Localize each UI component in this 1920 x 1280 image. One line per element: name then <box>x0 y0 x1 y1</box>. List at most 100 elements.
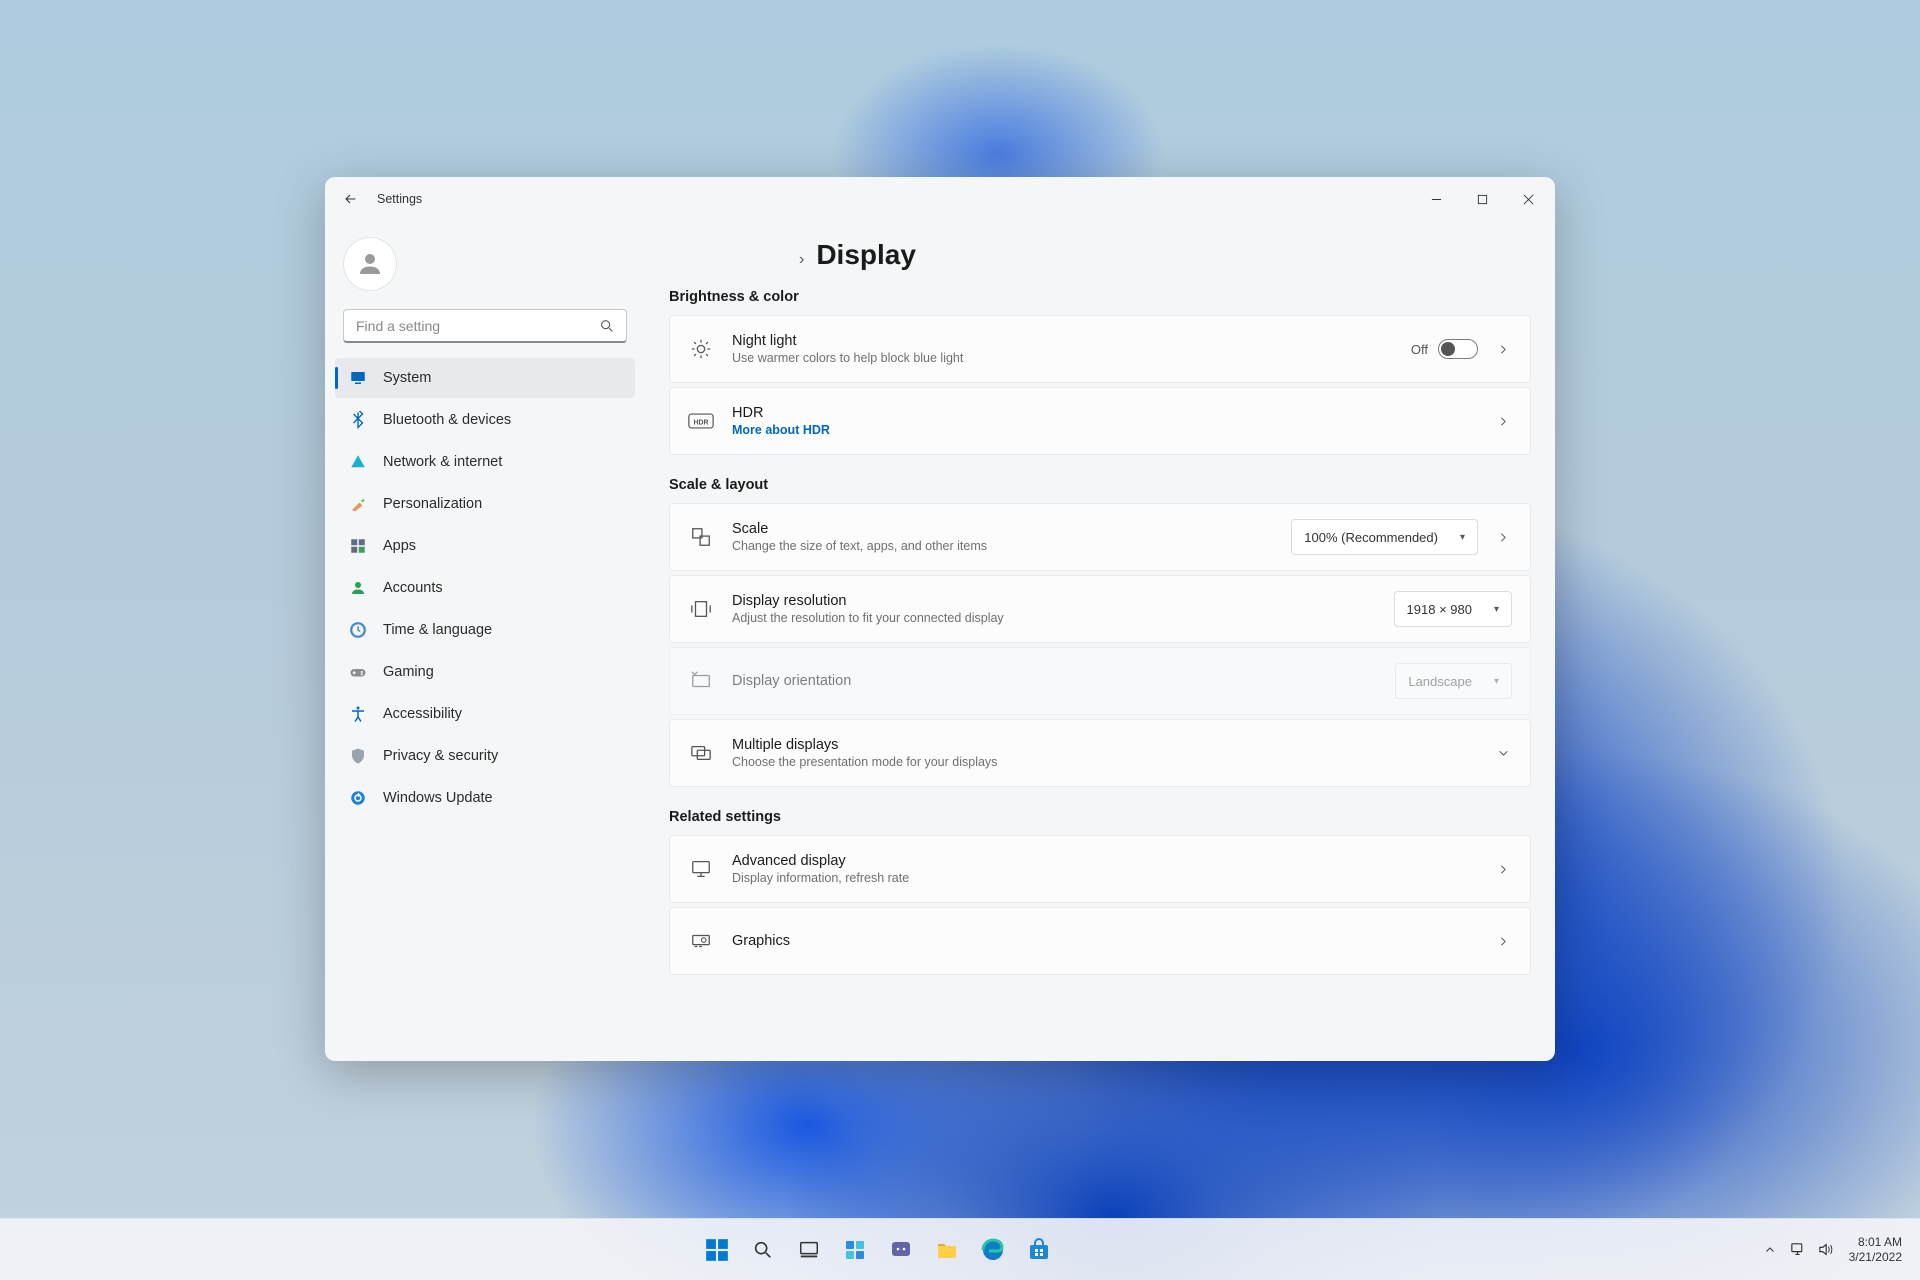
folder-icon <box>935 1238 959 1262</box>
chevron-down-icon: ▾ <box>1460 532 1465 543</box>
system-tray: 8:01 AM 3/21/2022 <box>1757 1231 1920 1269</box>
taskbar-search[interactable] <box>744 1231 782 1269</box>
night-light-state-label: Off <box>1411 342 1428 357</box>
advanced-display-card[interactable]: Advanced display Display information, re… <box>669 835 1531 903</box>
bluetooth-icon <box>347 409 369 431</box>
search-button[interactable] <box>593 309 621 343</box>
sidebar-item-label: Time & language <box>383 622 492 638</box>
gaming-icon <box>347 661 369 683</box>
network-icon <box>347 451 369 473</box>
start-button[interactable] <box>698 1231 736 1269</box>
search-icon <box>599 318 615 334</box>
svg-text:HDR: HDR <box>694 419 709 426</box>
sidebar-item-privacy[interactable]: Privacy & security <box>335 736 635 776</box>
taskbar-chat[interactable] <box>882 1231 920 1269</box>
tray-date-label: 3/21/2022 <box>1849 1250 1902 1265</box>
sidebar-item-personalization[interactable]: Personalization <box>335 484 635 524</box>
sidebar-item-label: Accessibility <box>383 706 462 722</box>
hdr-card[interactable]: HDR HDR More about HDR <box>669 387 1531 455</box>
chevron-right-icon <box>1494 860 1512 878</box>
close-icon <box>1523 194 1534 205</box>
taskbar-store[interactable] <box>1020 1231 1058 1269</box>
sidebar-item-label: Privacy & security <box>383 748 498 764</box>
back-button[interactable] <box>337 186 363 212</box>
windows-logo-icon <box>704 1237 730 1263</box>
search-input[interactable] <box>343 309 627 343</box>
apps-icon <box>347 535 369 557</box>
sidebar-item-network[interactable]: Network & internet <box>335 442 635 482</box>
chevron-right-icon <box>1494 932 1512 950</box>
tray-overflow[interactable] <box>1757 1231 1783 1269</box>
scale-icon <box>688 524 714 550</box>
sidebar-item-bluetooth[interactable]: Bluetooth & devices <box>335 400 635 440</box>
scale-card[interactable]: Scale Change the size of text, apps, and… <box>669 503 1531 571</box>
settings-window: Settings SystemBluetooth & devi <box>325 177 1555 1061</box>
advanced-display-title: Advanced display <box>732 853 909 869</box>
sidebar-item-label: System <box>383 370 431 386</box>
tray-clock[interactable]: 8:01 AM 3/21/2022 <box>1841 1235 1910 1265</box>
resolution-dropdown[interactable]: 1918 × 980 ▾ <box>1394 591 1512 627</box>
page-title: Display <box>816 239 916 271</box>
hdr-icon: HDR <box>688 408 714 434</box>
resolution-sub: Adjust the resolution to fit your connec… <box>732 611 1004 625</box>
edge-icon <box>981 1238 1005 1262</box>
advanced-display-icon <box>688 856 714 882</box>
night-light-title: Night light <box>732 333 963 349</box>
sidebar-item-accounts[interactable]: Accounts <box>335 568 635 608</box>
sidebar-item-label: Windows Update <box>383 790 493 806</box>
taskbar-taskview[interactable] <box>790 1231 828 1269</box>
app-title: Settings <box>377 192 422 206</box>
sidebar-item-accessibility[interactable]: Accessibility <box>335 694 635 734</box>
time-icon <box>347 619 369 641</box>
section-title-scale: Scale & layout <box>669 477 1531 493</box>
accessibility-icon <box>347 703 369 725</box>
orientation-card: Display orientation Landscape ▾ <box>669 647 1531 715</box>
sidebar-item-label: Bluetooth & devices <box>383 412 511 428</box>
taskbar-widgets[interactable] <box>836 1231 874 1269</box>
hdr-title: HDR <box>732 405 830 421</box>
scale-dropdown[interactable]: 100% (Recommended) ▾ <box>1291 519 1478 555</box>
minimize-icon <box>1431 194 1442 205</box>
sidebar-item-label: Apps <box>383 538 416 554</box>
night-light-icon <box>688 336 714 362</box>
chevron-right-icon <box>1494 340 1512 358</box>
night-light-card[interactable]: Night light Use warmer colors to help bl… <box>669 315 1531 383</box>
hdr-link[interactable]: More about HDR <box>732 423 830 437</box>
maximize-button[interactable] <box>1459 183 1505 215</box>
multiple-displays-card[interactable]: Multiple displays Choose the presentatio… <box>669 719 1531 787</box>
taskbar-edge[interactable] <box>974 1231 1012 1269</box>
back-arrow-icon <box>342 191 358 207</box>
scale-title: Scale <box>732 521 987 537</box>
close-button[interactable] <box>1505 183 1551 215</box>
graphics-card[interactable]: Graphics <box>669 907 1531 975</box>
volume-icon <box>1817 1241 1834 1258</box>
sidebar-item-apps[interactable]: Apps <box>335 526 635 566</box>
sidebar-item-system[interactable]: System <box>335 358 635 398</box>
orientation-dropdown: Landscape ▾ <box>1395 663 1512 699</box>
minimize-button[interactable] <box>1413 183 1459 215</box>
section-title-related: Related settings <box>669 809 1531 825</box>
graphics-title: Graphics <box>732 933 790 949</box>
sidebar-item-label: Accounts <box>383 580 443 596</box>
tray-network[interactable] <box>1785 1231 1811 1269</box>
taskbar-file-explorer[interactable] <box>928 1231 966 1269</box>
resolution-icon <box>688 596 714 622</box>
tray-volume[interactable] <box>1813 1231 1839 1269</box>
chevron-right-icon <box>1494 412 1512 430</box>
resolution-card[interactable]: Display resolution Adjust the resolution… <box>669 575 1531 643</box>
scale-value: 100% (Recommended) <box>1304 530 1438 545</box>
breadcrumb-chevron-icon: › <box>799 251 804 269</box>
titlebar: Settings <box>325 177 1555 221</box>
night-light-toggle[interactable]: Off <box>1411 339 1478 359</box>
graphics-icon <box>688 928 714 954</box>
sidebar-item-label: Network & internet <box>383 454 502 470</box>
sidebar-item-gaming[interactable]: Gaming <box>335 652 635 692</box>
tray-time-label: 8:01 AM <box>1849 1235 1902 1250</box>
multiple-displays-icon <box>688 740 714 766</box>
sidebar-item-update[interactable]: Windows Update <box>335 778 635 818</box>
sidebar-item-time[interactable]: Time & language <box>335 610 635 650</box>
network-icon <box>1789 1241 1806 1258</box>
multiple-displays-title: Multiple displays <box>732 737 997 753</box>
user-avatar-row[interactable] <box>329 229 641 299</box>
night-light-sub: Use warmer colors to help block blue lig… <box>732 351 963 365</box>
